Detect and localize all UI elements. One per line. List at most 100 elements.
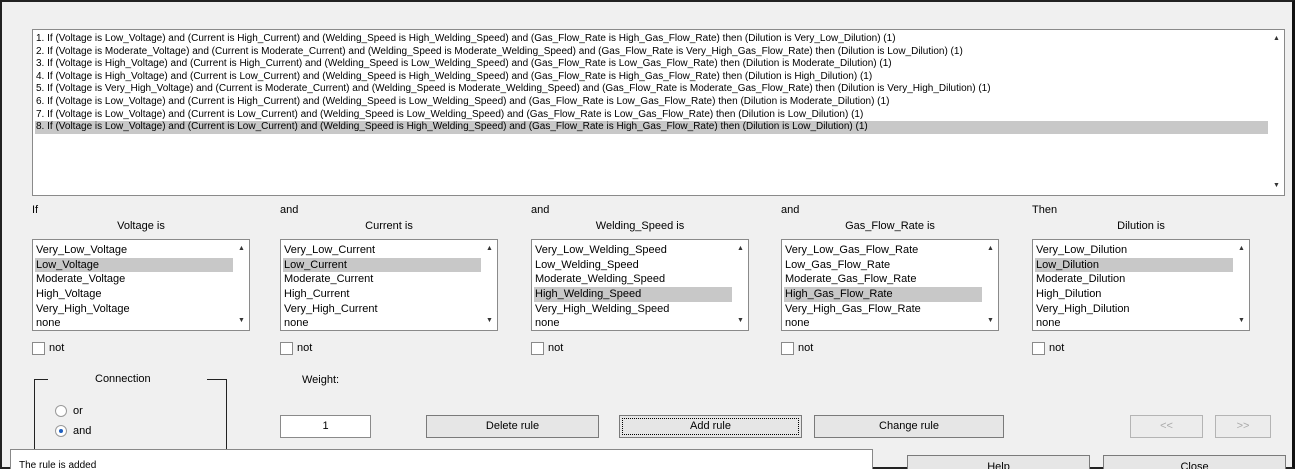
previous-button[interactable]: << — [1130, 415, 1203, 438]
list-item[interactable]: High_Welding_Speed — [534, 287, 732, 302]
list-item[interactable]: Very_Low_Voltage — [35, 243, 233, 258]
current-listbox[interactable]: Very_Low_Current Low_Current Moderate_Cu… — [280, 239, 498, 331]
not-checkbox-row: not — [531, 341, 563, 355]
listbox-scrollbar[interactable]: ▲ ▼ — [482, 240, 497, 330]
column-title: Dilution is — [1117, 220, 1165, 232]
not-label: not — [49, 342, 65, 354]
rule-item[interactable]: 6. If (Voltage is Low_Voltage) and (Curr… — [35, 96, 1268, 109]
next-button[interactable]: >> — [1215, 415, 1271, 438]
and-radio-row[interactable]: and — [55, 424, 91, 438]
scroll-up-arrow-icon[interactable]: ▲ — [482, 242, 497, 256]
list-item[interactable]: Moderate_Welding_Speed — [534, 272, 732, 287]
list-item[interactable]: none — [283, 316, 481, 331]
list-item[interactable]: none — [1035, 316, 1233, 331]
list-item[interactable]: Very_High_Dilution — [1035, 302, 1233, 317]
list-item[interactable]: Moderate_Voltage — [35, 272, 233, 287]
list-item[interactable]: Very_Low_Dilution — [1035, 243, 1233, 258]
scroll-up-arrow-icon[interactable]: ▲ — [1234, 242, 1249, 256]
list-item[interactable]: Low_Dilution — [1035, 257, 1233, 273]
connection-label: Connection — [95, 373, 151, 385]
scroll-up-arrow-icon[interactable]: ▲ — [733, 242, 748, 256]
list-item[interactable]: Low_Welding_Speed — [534, 258, 732, 273]
not-checkbox[interactable] — [1032, 341, 1045, 355]
scroll-down-arrow-icon[interactable]: ▼ — [234, 314, 249, 328]
scroll-up-arrow-icon[interactable]: ▲ — [234, 242, 249, 256]
not-checkbox[interactable] — [280, 341, 293, 355]
list-item[interactable]: none — [35, 316, 233, 331]
and-label: and — [73, 425, 92, 437]
listbox-scrollbar[interactable]: ▲ ▼ — [1234, 240, 1249, 330]
list-item[interactable]: Low_Current — [283, 257, 481, 273]
welding-speed-listbox[interactable]: Very_Low_Welding_Speed Low_Welding_Speed… — [531, 239, 749, 331]
gas-flow-rate-listbox[interactable]: Very_Low_Gas_Flow_Rate Low_Gas_Flow_Rate… — [781, 239, 999, 331]
rule-item[interactable]: 3. If (Voltage is High_Voltage) and (Cur… — [35, 58, 1268, 71]
not-label: not — [798, 342, 814, 354]
rule-item[interactable]: 4. If (Voltage is High_Voltage) and (Cur… — [35, 71, 1268, 84]
add-rule-button[interactable]: Add rule — [619, 415, 802, 438]
or-label: or — [73, 405, 83, 417]
help-button[interactable]: Help — [907, 455, 1090, 469]
and-radio[interactable] — [55, 425, 67, 437]
close-button[interactable]: Close — [1103, 455, 1286, 469]
not-checkbox-row: not — [32, 341, 64, 355]
listbox-scrollbar[interactable]: ▲ ▼ — [234, 240, 249, 330]
column-keyword: If — [32, 204, 39, 216]
rule-list-scrollbar[interactable]: ▲ ▼ — [1269, 30, 1284, 195]
status-bar: The rule is added — [10, 449, 873, 469]
group-border — [207, 379, 227, 380]
rule-list[interactable]: 1. If (Voltage is Low_Voltage) and (Curr… — [32, 29, 1285, 196]
weight-input[interactable]: 1 — [280, 415, 371, 438]
dilution-column: Then Dilution is Very_Low_Dilution Low_D… — [1032, 204, 1256, 355]
list-item[interactable]: Moderate_Dilution — [1035, 272, 1233, 287]
list-item[interactable]: Very_Low_Welding_Speed — [534, 243, 732, 258]
delete-rule-button[interactable]: Delete rule — [426, 415, 599, 438]
list-item[interactable]: Very_High_Voltage — [35, 302, 233, 317]
column-title: Voltage is — [117, 220, 165, 232]
rule-item[interactable]: 7. If (Voltage is Low_Voltage) and (Curr… — [35, 109, 1268, 122]
list-item[interactable]: Very_High_Welding_Speed — [534, 302, 732, 317]
change-rule-button[interactable]: Change rule — [814, 415, 1004, 438]
scroll-down-arrow-icon[interactable]: ▼ — [1269, 179, 1284, 193]
list-item[interactable]: Moderate_Gas_Flow_Rate — [784, 272, 982, 287]
list-item[interactable]: High_Voltage — [35, 287, 233, 302]
list-item[interactable]: High_Gas_Flow_Rate — [784, 287, 982, 302]
not-checkbox[interactable] — [781, 341, 794, 355]
listbox-scrollbar[interactable]: ▲ ▼ — [983, 240, 998, 330]
list-item[interactable]: none — [534, 316, 732, 331]
voltage-listbox[interactable]: Very_Low_Voltage Low_Voltage Moderate_Vo… — [32, 239, 250, 331]
not-checkbox[interactable] — [32, 341, 45, 355]
column-keyword: and — [280, 204, 299, 216]
scroll-up-arrow-icon[interactable]: ▲ — [983, 242, 998, 256]
or-radio[interactable] — [55, 405, 67, 417]
not-checkbox-row: not — [280, 341, 312, 355]
rule-item[interactable]: 1. If (Voltage is Low_Voltage) and (Curr… — [35, 33, 1268, 46]
rule-item[interactable]: 8. If (Voltage is Low_Voltage) and (Curr… — [35, 121, 1268, 134]
dilution-listbox[interactable]: Very_Low_Dilution Low_Dilution Moderate_… — [1032, 239, 1250, 331]
column-title: Welding_Speed is — [595, 220, 685, 232]
list-item[interactable]: Moderate_Current — [283, 272, 481, 287]
not-checkbox[interactable] — [531, 341, 544, 355]
or-radio-row[interactable]: or — [55, 404, 83, 418]
list-item[interactable]: Low_Voltage — [35, 257, 233, 273]
list-item[interactable]: High_Dilution — [1035, 287, 1233, 302]
list-item[interactable]: Very_Low_Gas_Flow_Rate — [784, 243, 982, 258]
dilution-options: Very_Low_Dilution Low_Dilution Moderate_… — [1035, 243, 1233, 331]
list-item[interactable]: Very_High_Gas_Flow_Rate — [784, 302, 982, 317]
scroll-down-arrow-icon[interactable]: ▼ — [1234, 314, 1249, 328]
scroll-down-arrow-icon[interactable]: ▼ — [983, 314, 998, 328]
gas-flow-rate-column: and Gas_Flow_Rate is Very_Low_Gas_Flow_R… — [781, 204, 1005, 355]
list-item[interactable]: none — [784, 316, 982, 331]
listbox-scrollbar[interactable]: ▲ ▼ — [733, 240, 748, 330]
rule-item[interactable]: 5. If (Voltage is Very_High_Voltage) and… — [35, 83, 1268, 96]
scroll-down-arrow-icon[interactable]: ▼ — [733, 314, 748, 328]
group-border — [34, 379, 48, 380]
scroll-down-arrow-icon[interactable]: ▼ — [482, 314, 497, 328]
column-keyword: and — [781, 204, 800, 216]
rule-item[interactable]: 2. If (Voltage is Moderate_Voltage) and … — [35, 46, 1268, 59]
list-item[interactable]: Very_Low_Current — [283, 243, 481, 258]
list-item[interactable]: Very_High_Current — [283, 302, 481, 317]
column-keyword: and — [531, 204, 550, 216]
scroll-up-arrow-icon[interactable]: ▲ — [1269, 32, 1284, 46]
list-item[interactable]: High_Current — [283, 287, 481, 302]
list-item[interactable]: Low_Gas_Flow_Rate — [784, 258, 982, 273]
